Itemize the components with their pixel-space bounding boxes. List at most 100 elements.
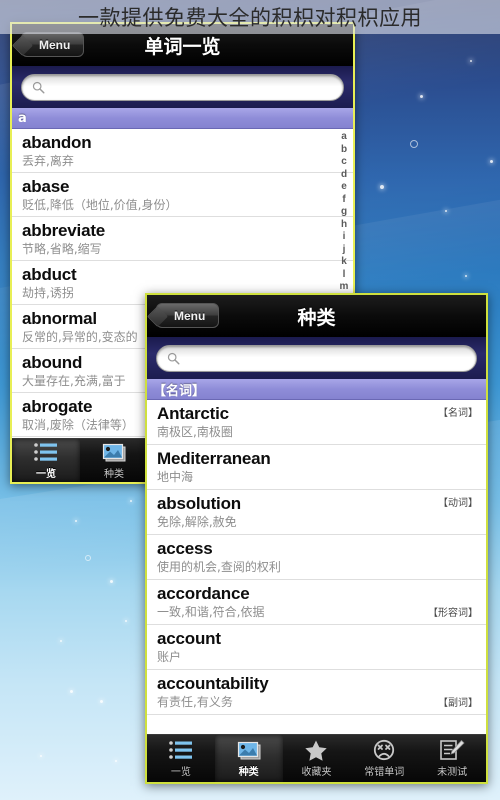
index-letter[interactable]: e (341, 181, 347, 194)
table-row[interactable]: abandon 丢弃,离弃 (12, 129, 353, 173)
overlay-caption-bar: 一款提供免费大全的积枳对积枳应用 (0, 0, 500, 34)
table-row[interactable]: Antarctic 南极区,南极圈 【名词】 (147, 400, 486, 445)
part-of-speech-tag: 【形容词】 (428, 608, 478, 619)
table-row[interactable]: absolution 免除,解除,赦免 【动词】 (147, 490, 486, 535)
list-icon (169, 741, 192, 759)
background-sparkle (85, 555, 91, 561)
search-bar (147, 337, 486, 379)
word-term: account (157, 629, 221, 648)
word-term: abandon (22, 133, 92, 152)
background-sparkle (115, 760, 117, 762)
navbar-category: Menu 种类 (147, 295, 486, 337)
tab-label: 常错单词 (364, 767, 405, 778)
page-title: 单词一览 (144, 35, 221, 58)
list-icon (34, 443, 57, 461)
search-input[interactable] (21, 73, 344, 101)
tab-label: 种类 (104, 469, 124, 480)
menu-button[interactable]: Menu (21, 32, 85, 57)
background-sparkle (70, 690, 73, 693)
index-letter[interactable]: j (343, 244, 346, 257)
index-letter[interactable]: c (341, 156, 347, 169)
table-row[interactable]: abbreviate 节略,省略,缩写 (12, 217, 353, 261)
table-row[interactable]: accountability 有责任,有义务 【副词】 (147, 670, 486, 715)
tab-sad-face[interactable]: 常错单词 (350, 735, 418, 782)
table-row[interactable]: accordance 一致,和谐,符合,依据 【形容词】 (147, 580, 486, 625)
cards-icon (102, 443, 126, 462)
word-definition: 丢弃,离弃 (22, 154, 74, 168)
word-definition: 节略,省略,缩写 (22, 242, 102, 256)
background-sparkle (125, 620, 127, 622)
index-letter[interactable]: m (340, 281, 349, 294)
tab-label: 种类 (238, 767, 259, 778)
menu-button[interactable]: Menu (156, 303, 220, 328)
index-letter[interactable]: d (341, 169, 347, 182)
tab-star[interactable]: 收藏夹 (283, 735, 351, 782)
tab-test-pen[interactable]: 未测试 (418, 735, 486, 782)
tab-label: 未测试 (437, 767, 468, 778)
overlay-caption-text: 一款提供免费大全的积枳对积枳应用 (78, 6, 422, 30)
index-letter[interactable]: g (341, 206, 347, 219)
index-letter[interactable]: b (341, 144, 347, 157)
word-term: access (157, 539, 213, 558)
menu-button-label: Menu (39, 37, 71, 52)
tab-list[interactable]: 一览 (12, 439, 80, 482)
word-definition: 使用的机会,查阅的权利 (157, 560, 281, 574)
section-header: a (12, 108, 353, 129)
word-definition: 贬低,降低（地位,价值,身份） (22, 198, 178, 212)
background-sparkle (130, 500, 132, 502)
background-sparkle (490, 160, 493, 163)
background-sparkle (75, 520, 77, 522)
tab-list[interactable]: 一览 (147, 735, 215, 782)
background-sparkle (465, 275, 467, 277)
table-row[interactable]: Mediterranean 地中海 (147, 445, 486, 490)
background-sparkle (110, 580, 113, 583)
search-icon (167, 352, 180, 365)
search-icon (32, 81, 45, 94)
part-of-speech-tag: 【副词】 (438, 698, 478, 709)
background-sparkle (40, 755, 42, 757)
search-bar (12, 66, 353, 108)
word-term: abduct (22, 265, 77, 284)
star-icon (305, 740, 328, 761)
tab-label: 一览 (36, 469, 56, 480)
tab-label: 一览 (170, 767, 191, 778)
page-title: 种类 (297, 306, 336, 329)
word-definition: 南极区,南极圈 (157, 425, 233, 439)
background-sparkle (445, 210, 447, 212)
section-header: 【名词】 (147, 379, 486, 400)
menu-button-label: Menu (174, 308, 206, 323)
test-pen-icon (440, 739, 465, 760)
word-definition: 账户 (157, 650, 182, 664)
index-letter[interactable]: h (341, 219, 347, 232)
background-sparkle (100, 700, 103, 703)
background-sparkle (380, 185, 384, 189)
table-row[interactable]: access 使用的机会,查阅的权利 (147, 535, 486, 580)
word-term: accordance (157, 584, 250, 603)
index-letter[interactable]: f (342, 194, 345, 207)
background-sparkle (420, 95, 423, 98)
index-letter[interactable]: l (343, 269, 346, 282)
word-list[interactable]: Antarctic 南极区,南极圈 【名词】 Mediterranean 地中海 abso… (147, 400, 486, 734)
tab-bar[interactable]: 一览 种类 收藏夹 常错单词 未测试 (147, 734, 486, 782)
index-letter[interactable]: a (341, 131, 347, 144)
index-letter[interactable]: k (341, 256, 347, 269)
sad-face-icon (374, 739, 395, 761)
word-term: abbreviate (22, 221, 106, 240)
table-row[interactable]: abase 贬低,降低（地位,价值,身份） (12, 173, 353, 217)
word-definition: 有责任,有义务 (157, 695, 233, 709)
part-of-speech-tag: 【名词】 (438, 408, 478, 419)
word-term: Mediterranean (157, 449, 271, 468)
background-sparkle (410, 140, 418, 148)
word-term: Antarctic (157, 404, 229, 423)
word-term: accountability (157, 674, 269, 693)
word-definition: 免除,解除,赦免 (157, 515, 237, 529)
index-letter[interactable]: i (343, 231, 346, 244)
word-term: abase (22, 177, 70, 196)
phone-screenshot-category-list: Menu 种类 【名词】 Antarctic 南极区,南极圈 【名词】 Mediter… (145, 293, 488, 784)
tab-label: 收藏夹 (301, 767, 332, 778)
table-row[interactable]: account 账户 (147, 625, 486, 670)
tab-cards[interactable]: 种类 (214, 735, 283, 782)
search-input[interactable] (156, 344, 477, 372)
word-definition: 地中海 (157, 470, 194, 484)
tab-cards[interactable]: 种类 (80, 439, 148, 482)
